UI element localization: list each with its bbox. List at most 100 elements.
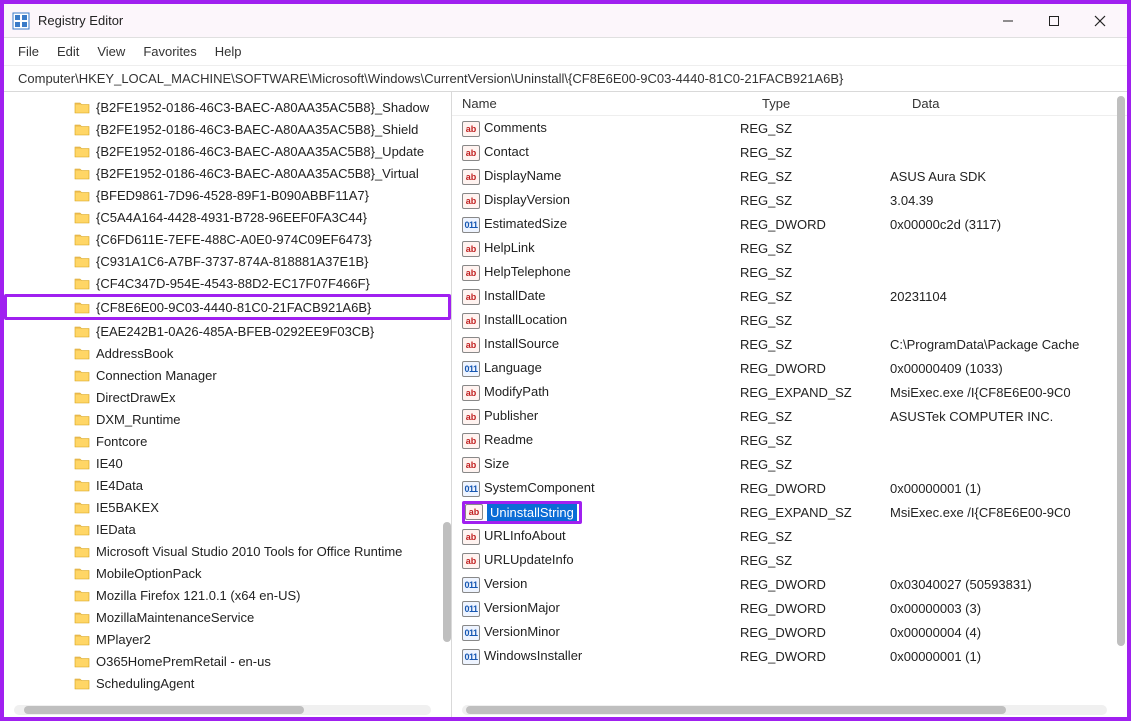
column-type-header[interactable]: Type [762,96,912,111]
tree-item[interactable]: IEData [4,518,451,540]
value-row[interactable]: abHelpLinkREG_SZ [452,236,1127,260]
dword-value-icon: 011 [462,481,480,497]
menu-help[interactable]: Help [215,44,242,59]
value-type: REG_EXPAND_SZ [740,385,890,400]
tree-item-label: {B2FE1952-0186-46C3-BAEC-A80AA35AC5B8}_S… [96,100,429,115]
folder-icon [74,145,90,158]
value-rows[interactable]: abCommentsREG_SZabContactREG_SZabDisplay… [452,116,1127,703]
tree-item-label: IE40 [96,456,123,471]
value-row[interactable]: abCommentsREG_SZ [452,116,1127,140]
close-button[interactable] [1077,5,1123,37]
value-row[interactable]: 011WindowsInstallerREG_DWORD0x00000001 (… [452,644,1127,668]
tree-item[interactable]: {EAE242B1-0A26-485A-BFEB-0292EE9F03CB} [4,320,451,342]
tree-item-label: {C5A4A164-4428-4931-B728-96EEF0FA3C44} [96,210,367,225]
titlebar[interactable]: Registry Editor [4,4,1127,38]
tree-h-scrollbar[interactable] [14,705,431,715]
value-row[interactable]: 011EstimatedSizeREG_DWORD0x00000c2d (311… [452,212,1127,236]
value-row[interactable]: 011VersionMinorREG_DWORD0x00000004 (4) [452,620,1127,644]
value-row[interactable]: 011SystemComponentREG_DWORD0x00000001 (1… [452,476,1127,500]
tree-item[interactable]: {CF8E6E00-9C03-4440-81C0-21FACB921A6B} [4,294,451,320]
tree-item[interactable]: Fontcore [4,430,451,452]
tree-item[interactable]: MobileOptionPack [4,562,451,584]
tree-item[interactable]: {B2FE1952-0186-46C3-BAEC-A80AA35AC5B8}_S… [4,118,451,140]
value-row[interactable]: abHelpTelephoneREG_SZ [452,260,1127,284]
value-name: ModifyPath [484,384,549,399]
value-type: REG_DWORD [740,625,890,640]
folder-icon [74,611,90,624]
folder-icon [74,277,90,290]
menu-file[interactable]: File [18,44,39,59]
folder-icon [74,301,90,314]
value-name: InstallLocation [484,312,567,327]
tree-item[interactable]: IE4Data [4,474,451,496]
tree-item[interactable]: IE40 [4,452,451,474]
value-data: 0x00000004 (4) [890,625,1127,640]
value-row[interactable]: abDisplayNameREG_SZASUS Aura SDK [452,164,1127,188]
value-row[interactable]: abURLInfoAboutREG_SZ [452,524,1127,548]
tree-item[interactable]: Microsoft Visual Studio 2010 Tools for O… [4,540,451,562]
tree-item[interactable]: Mozilla Firefox 121.0.1 (x64 en-US) [4,584,451,606]
string-value-icon: ab [462,409,480,425]
value-type: REG_SZ [740,337,890,352]
values-h-scrollbar[interactable] [462,705,1107,715]
tree-item[interactable]: DXM_Runtime [4,408,451,430]
tree-item[interactable]: {CF4C347D-954E-4543-88D2-EC17F07F466F} [4,272,451,294]
tree-scrollbar-thumb[interactable] [443,522,451,642]
value-type: REG_DWORD [740,601,890,616]
string-value-icon: ab [462,121,480,137]
value-name: Comments [484,120,547,135]
minimize-button[interactable] [985,5,1031,37]
menu-view[interactable]: View [97,44,125,59]
tree-item[interactable]: MPlayer2 [4,628,451,650]
menu-favorites[interactable]: Favorites [143,44,196,59]
value-type: REG_SZ [740,457,890,472]
tree-item[interactable]: {C931A1C6-A7BF-3737-874A-818881A37E1B} [4,250,451,272]
value-row[interactable]: 011VersionREG_DWORD0x03040027 (50593831) [452,572,1127,596]
tree-h-scrollbar-thumb[interactable] [24,706,304,714]
value-name: Contact [484,144,529,159]
tree-item[interactable]: {B2FE1952-0186-46C3-BAEC-A80AA35AC5B8}_S… [4,96,451,118]
tree-item[interactable]: AddressBook [4,342,451,364]
value-row[interactable]: abContactREG_SZ [452,140,1127,164]
value-row[interactable]: abInstallLocationREG_SZ [452,308,1127,332]
tree-item[interactable]: {C5A4A164-4428-4931-B728-96EEF0FA3C44} [4,206,451,228]
tree-item[interactable]: {C6FD611E-7EFE-488C-A0E0-974C09EF6473} [4,228,451,250]
menu-edit[interactable]: Edit [57,44,79,59]
column-data-header[interactable]: Data [912,96,1127,111]
value-row[interactable]: abReadmeREG_SZ [452,428,1127,452]
value-row[interactable]: abUninstallStringREG_EXPAND_SZMsiExec.ex… [452,500,1127,524]
value-row[interactable]: abPublisherREG_SZASUSTek COMPUTER INC. [452,404,1127,428]
value-data: 3.04.39 [890,193,1127,208]
value-type: REG_SZ [740,193,890,208]
string-value-icon: ab [462,265,480,281]
tree-item[interactable]: IE5BAKEX [4,496,451,518]
tree-item[interactable]: SchedulingAgent [4,672,451,694]
value-data: ASUSTek COMPUTER INC. [890,409,1127,424]
value-name: Language [484,360,542,375]
values-h-scrollbar-thumb[interactable] [466,706,1006,714]
maximize-button[interactable] [1031,5,1077,37]
tree-item[interactable]: {B2FE1952-0186-46C3-BAEC-A80AA35AC5B8}_U… [4,140,451,162]
value-row[interactable]: abDisplayVersionREG_SZ3.04.39 [452,188,1127,212]
tree-scroll[interactable]: {B2FE1952-0186-46C3-BAEC-A80AA35AC5B8}_S… [4,92,451,703]
value-type: REG_SZ [740,241,890,256]
tree-item[interactable]: Connection Manager [4,364,451,386]
value-row[interactable]: abInstallSourceREG_SZC:\ProgramData\Pack… [452,332,1127,356]
tree-item[interactable]: O365HomePremRetail - en-us [4,650,451,672]
tree-item[interactable]: MozillaMaintenanceService [4,606,451,628]
folder-icon [74,655,90,668]
tree-item-label: Microsoft Visual Studio 2010 Tools for O… [96,544,402,559]
content-area: {B2FE1952-0186-46C3-BAEC-A80AA35AC5B8}_S… [4,92,1127,717]
value-row[interactable]: abURLUpdateInfoREG_SZ [452,548,1127,572]
value-type: REG_DWORD [740,577,890,592]
value-row[interactable]: abModifyPathREG_EXPAND_SZMsiExec.exe /I{… [452,380,1127,404]
value-row[interactable]: 011LanguageREG_DWORD0x00000409 (1033) [452,356,1127,380]
tree-item[interactable]: DirectDrawEx [4,386,451,408]
value-row[interactable]: abInstallDateREG_SZ20231104 [452,284,1127,308]
address-bar[interactable]: Computer\HKEY_LOCAL_MACHINE\SOFTWARE\Mic… [4,66,1127,92]
value-row[interactable]: abSizeREG_SZ [452,452,1127,476]
tree-item[interactable]: {B2FE1952-0186-46C3-BAEC-A80AA35AC5B8}_V… [4,162,451,184]
value-row[interactable]: 011VersionMajorREG_DWORD0x00000003 (3) [452,596,1127,620]
tree-item[interactable]: {BFED9861-7D96-4528-89F1-B090ABBF11A7} [4,184,451,206]
column-name-header[interactable]: Name [462,96,762,111]
